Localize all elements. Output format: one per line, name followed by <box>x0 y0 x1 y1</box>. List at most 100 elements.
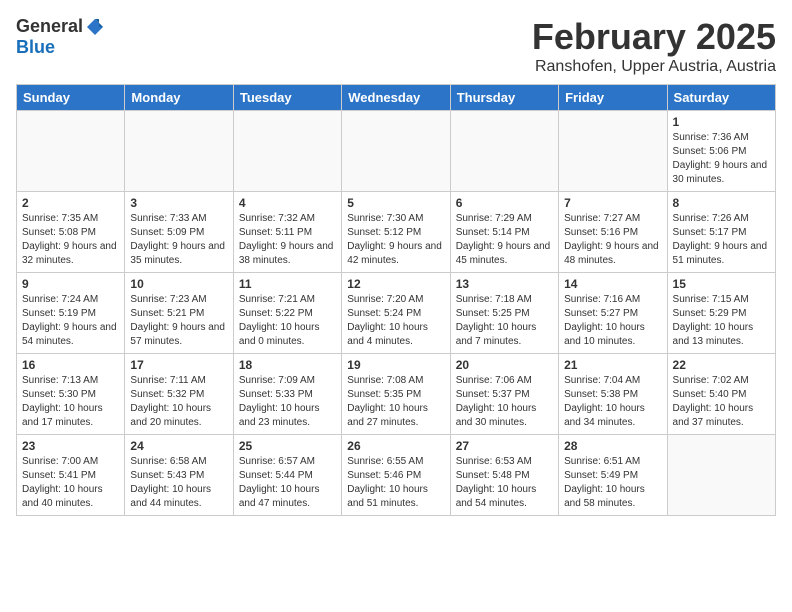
day-number: 25 <box>239 439 336 453</box>
day-number: 12 <box>347 277 444 291</box>
calendar-cell: 16Sunrise: 7:13 AM Sunset: 5:30 PM Dayli… <box>17 354 125 435</box>
weekday-header-tuesday: Tuesday <box>233 85 341 111</box>
day-info: Sunrise: 7:11 AM Sunset: 5:32 PM Dayligh… <box>130 374 227 430</box>
day-info: Sunrise: 7:08 AM Sunset: 5:35 PM Dayligh… <box>347 374 444 430</box>
calendar-cell <box>667 435 775 516</box>
calendar-cell <box>233 111 341 192</box>
weekday-header-wednesday: Wednesday <box>342 85 450 111</box>
calendar-cell: 8 Sunrise: 7:26 AM Sunset: 5:17 PM Daylig… <box>667 192 775 273</box>
calendar-cell: 27 Sunrise: 6:53 AM Sunset: 5:48 PM Dayli… <box>450 435 558 516</box>
calendar-week-3: 9 Sunrise: 7:24 AM Sunset: 5:19 PM Daylig… <box>17 273 776 354</box>
weekday-header-monday: Monday <box>125 85 233 111</box>
calendar-cell: 1Sunrise: 7:36 AM Sunset: 5:06 PM Daylig… <box>667 111 775 192</box>
calendar-cell: 3 Sunrise: 7:33 AM Sunset: 5:09 PM Daylig… <box>125 192 233 273</box>
day-number: 13 <box>456 277 553 291</box>
day-info: Sunrise: 7:26 AM Sunset: 5:17 PM Dayligh… <box>673 212 770 268</box>
weekday-header-friday: Friday <box>559 85 667 111</box>
day-info: Sunrise: 7:04 AM Sunset: 5:38 PM Dayligh… <box>564 374 661 430</box>
day-info: Sunrise: 7:35 AM Sunset: 5:08 PM Dayligh… <box>22 212 119 268</box>
calendar-cell: 11 Sunrise: 7:21 AM Sunset: 5:22 PM Dayli… <box>233 273 341 354</box>
month-title: February 2025 <box>532 16 776 58</box>
calendar-cell: 24Sunrise: 6:58 AM Sunset: 5:43 PM Dayli… <box>125 435 233 516</box>
day-info: Sunrise: 7:33 AM Sunset: 5:09 PM Dayligh… <box>130 212 227 268</box>
calendar-cell: 18 Sunrise: 7:09 AM Sunset: 5:33 PM Dayli… <box>233 354 341 435</box>
day-info: Sunrise: 7:09 AM Sunset: 5:33 PM Dayligh… <box>239 374 336 430</box>
page-header: General Blue February 2025 Ranshofen, Up… <box>16 16 776 76</box>
calendar-cell <box>342 111 450 192</box>
calendar-cell: 13 Sunrise: 7:18 AM Sunset: 5:25 PM Dayli… <box>450 273 558 354</box>
day-number: 18 <box>239 358 336 372</box>
day-number: 11 <box>239 277 336 291</box>
calendar-cell: 17 Sunrise: 7:11 AM Sunset: 5:32 PM Dayli… <box>125 354 233 435</box>
calendar-cell <box>17 111 125 192</box>
day-number: 22 <box>673 358 770 372</box>
calendar-cell: 22 Sunrise: 7:02 AM Sunset: 5:40 PM Dayli… <box>667 354 775 435</box>
day-info: Sunrise: 7:29 AM Sunset: 5:14 PM Dayligh… <box>456 212 553 268</box>
day-number: 28 <box>564 439 661 453</box>
location-title: Ranshofen, Upper Austria, Austria <box>532 58 776 76</box>
logo-blue-text: Blue <box>16 37 55 58</box>
day-number: 26 <box>347 439 444 453</box>
day-number: 6 <box>456 196 553 210</box>
day-info: Sunrise: 7:23 AM Sunset: 5:21 PM Dayligh… <box>130 293 227 349</box>
day-number: 20 <box>456 358 553 372</box>
weekday-header-thursday: Thursday <box>450 85 558 111</box>
calendar-cell: 21Sunrise: 7:04 AM Sunset: 5:38 PM Dayli… <box>559 354 667 435</box>
day-info: Sunrise: 7:02 AM Sunset: 5:40 PM Dayligh… <box>673 374 770 430</box>
calendar-cell: 10 Sunrise: 7:23 AM Sunset: 5:21 PM Dayli… <box>125 273 233 354</box>
day-info: Sunrise: 7:18 AM Sunset: 5:25 PM Dayligh… <box>456 293 553 349</box>
calendar-cell <box>125 111 233 192</box>
day-number: 23 <box>22 439 119 453</box>
day-info: Sunrise: 7:15 AM Sunset: 5:29 PM Dayligh… <box>673 293 770 349</box>
calendar-cell: 20 Sunrise: 7:06 AM Sunset: 5:37 PM Dayli… <box>450 354 558 435</box>
day-number: 2 <box>22 196 119 210</box>
day-info: Sunrise: 7:30 AM Sunset: 5:12 PM Dayligh… <box>347 212 444 268</box>
weekday-header-row: SundayMondayTuesdayWednesdayThursdayFrid… <box>17 85 776 111</box>
day-info: Sunrise: 7:27 AM Sunset: 5:16 PM Dayligh… <box>564 212 661 268</box>
title-block: February 2025 Ranshofen, Upper Austria, … <box>532 16 776 76</box>
logo: General Blue <box>16 16 105 58</box>
day-number: 8 <box>673 196 770 210</box>
day-number: 27 <box>456 439 553 453</box>
logo-icon <box>85 17 105 37</box>
day-info: Sunrise: 7:13 AM Sunset: 5:30 PM Dayligh… <box>22 374 119 430</box>
day-number: 17 <box>130 358 227 372</box>
day-info: Sunrise: 6:57 AM Sunset: 5:44 PM Dayligh… <box>239 455 336 511</box>
day-info: Sunrise: 6:51 AM Sunset: 5:49 PM Dayligh… <box>564 455 661 511</box>
calendar-week-5: 23 Sunrise: 7:00 AM Sunset: 5:41 PM Dayli… <box>17 435 776 516</box>
calendar-cell: 12 Sunrise: 7:20 AM Sunset: 5:24 PM Dayli… <box>342 273 450 354</box>
day-number: 9 <box>22 277 119 291</box>
day-info: Sunrise: 7:24 AM Sunset: 5:19 PM Dayligh… <box>22 293 119 349</box>
calendar-cell: 4 Sunrise: 7:32 AM Sunset: 5:11 PM Daylig… <box>233 192 341 273</box>
calendar-cell: 19 Sunrise: 7:08 AM Sunset: 5:35 PM Dayli… <box>342 354 450 435</box>
calendar-week-1: 1Sunrise: 7:36 AM Sunset: 5:06 PM Daylig… <box>17 111 776 192</box>
calendar-cell: 14 Sunrise: 7:16 AM Sunset: 5:27 PM Dayli… <box>559 273 667 354</box>
day-info: Sunrise: 7:21 AM Sunset: 5:22 PM Dayligh… <box>239 293 336 349</box>
calendar-cell: 5Sunrise: 7:30 AM Sunset: 5:12 PM Daylig… <box>342 192 450 273</box>
calendar-week-4: 16Sunrise: 7:13 AM Sunset: 5:30 PM Dayli… <box>17 354 776 435</box>
day-info: Sunrise: 7:06 AM Sunset: 5:37 PM Dayligh… <box>456 374 553 430</box>
day-number: 19 <box>347 358 444 372</box>
weekday-header-sunday: Sunday <box>17 85 125 111</box>
day-info: Sunrise: 7:20 AM Sunset: 5:24 PM Dayligh… <box>347 293 444 349</box>
day-info: Sunrise: 7:16 AM Sunset: 5:27 PM Dayligh… <box>564 293 661 349</box>
day-number: 14 <box>564 277 661 291</box>
day-number: 4 <box>239 196 336 210</box>
calendar-cell: 7 Sunrise: 7:27 AM Sunset: 5:16 PM Daylig… <box>559 192 667 273</box>
calendar-cell: 25 Sunrise: 6:57 AM Sunset: 5:44 PM Dayli… <box>233 435 341 516</box>
calendar-cell: 28 Sunrise: 6:51 AM Sunset: 5:49 PM Dayli… <box>559 435 667 516</box>
weekday-header-saturday: Saturday <box>667 85 775 111</box>
day-number: 7 <box>564 196 661 210</box>
day-number: 3 <box>130 196 227 210</box>
day-info: Sunrise: 6:53 AM Sunset: 5:48 PM Dayligh… <box>456 455 553 511</box>
calendar-cell: 15Sunrise: 7:15 AM Sunset: 5:29 PM Dayli… <box>667 273 775 354</box>
logo-general-text: General <box>16 16 83 37</box>
day-number: 10 <box>130 277 227 291</box>
day-info: Sunrise: 7:32 AM Sunset: 5:11 PM Dayligh… <box>239 212 336 268</box>
day-number: 24 <box>130 439 227 453</box>
calendar-cell: 23 Sunrise: 7:00 AM Sunset: 5:41 PM Dayli… <box>17 435 125 516</box>
day-info: Sunrise: 7:00 AM Sunset: 5:41 PM Dayligh… <box>22 455 119 511</box>
calendar-week-2: 2 Sunrise: 7:35 AM Sunset: 5:08 PM Daylig… <box>17 192 776 273</box>
calendar-cell: 26Sunrise: 6:55 AM Sunset: 5:46 PM Dayli… <box>342 435 450 516</box>
calendar-cell: 9 Sunrise: 7:24 AM Sunset: 5:19 PM Daylig… <box>17 273 125 354</box>
